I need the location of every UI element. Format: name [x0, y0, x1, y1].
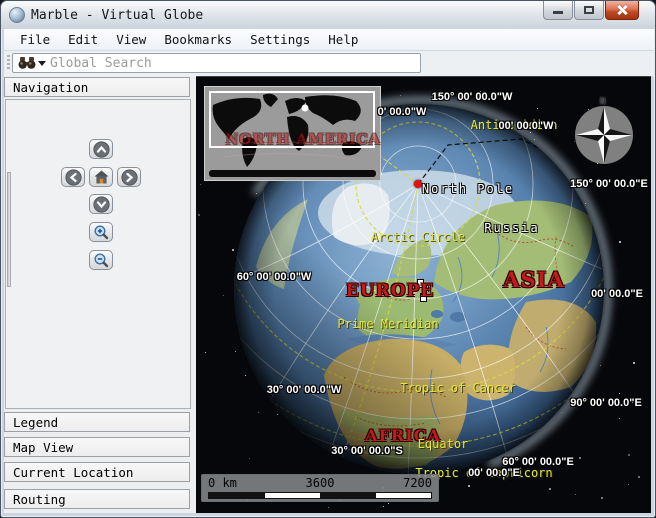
sidebar: Navigation	[4, 76, 196, 513]
search-dropdown-arrow[interactable]	[38, 61, 46, 66]
home-button[interactable]	[89, 167, 113, 187]
scale-end: 7200	[403, 476, 432, 490]
close-icon	[616, 4, 628, 16]
arrow-left-icon	[65, 169, 82, 186]
maximize-icon	[584, 6, 594, 14]
map-label: 00' 00.0"W	[499, 120, 554, 132]
map-label: Russia	[484, 221, 539, 235]
map-label: 150° 00' 00.0"W	[432, 91, 513, 103]
title-bar[interactable]: Marble - Virtual Globe	[1, 1, 655, 29]
close-button[interactable]	[605, 1, 639, 20]
map-label: 150° 00' 00.0"E	[570, 178, 648, 190]
menu-item-settings[interactable]: Settings	[241, 30, 319, 49]
zoom-slider[interactable]	[7, 172, 11, 287]
arrow-down-icon	[93, 196, 110, 213]
menu-bar: FileEditViewBookmarksSettingsHelp	[4, 29, 654, 51]
pan-down-button[interactable]	[89, 194, 113, 214]
minimize-icon	[553, 11, 563, 14]
map-label: 00' 00.0"E	[591, 288, 643, 300]
zoom-out-icon	[93, 252, 110, 269]
panel-header-legend[interactable]: Legend	[4, 412, 190, 432]
map-label: 30° 00' 00.0"W	[267, 384, 342, 396]
navigation-panel	[5, 99, 191, 409]
compass-rose[interactable]	[572, 103, 636, 167]
map-label: 0' 00.0"W	[378, 106, 427, 118]
app-window: Marble - Virtual Globe FileEditViewBookm…	[0, 0, 656, 518]
menu-item-help[interactable]: Help	[319, 30, 367, 49]
pan-left-button[interactable]	[61, 167, 85, 187]
zoom-in-button[interactable]	[89, 222, 113, 242]
marble-globe-icon	[9, 7, 25, 23]
search-toolbar	[4, 51, 654, 76]
search-input[interactable]	[50, 55, 420, 71]
north-pole-marker	[414, 180, 422, 188]
map-label: 60° 00' 00.0"W	[237, 271, 312, 283]
scale-bar: 0 km 3600 7200	[201, 474, 439, 502]
panel-header-routing[interactable]: Routing	[4, 489, 190, 509]
map-label: EUROPE	[346, 281, 434, 301]
global-search-box	[12, 53, 421, 73]
scale-mid: 3600	[306, 476, 335, 490]
map-label: 90° 00' 00.0"E	[570, 397, 642, 409]
maximize-button[interactable]	[574, 1, 604, 20]
scale-track	[208, 492, 432, 499]
binoculars-search-icon[interactable]	[18, 56, 36, 70]
map-label: North Pole	[422, 182, 514, 196]
menu-item-edit[interactable]: Edit	[59, 30, 107, 49]
compass-north-label: N	[600, 97, 605, 107]
menu-item-view[interactable]: View	[107, 30, 155, 49]
panel-header-current-location[interactable]: Current Location	[4, 462, 190, 482]
window-title: Marble - Virtual Globe	[31, 8, 203, 23]
map-label: Equator	[418, 437, 469, 451]
menu-item-file[interactable]: File	[11, 30, 59, 49]
pan-up-button[interactable]	[89, 139, 113, 159]
home-icon	[93, 169, 110, 186]
map-label: Arctic Circle	[371, 230, 465, 244]
map-label: 30° 00' 00.0"S	[331, 445, 403, 457]
minimize-button[interactable]	[543, 1, 573, 20]
map-label: Tropic of Cancer	[400, 381, 516, 395]
panel-header-map-view[interactable]: Map View	[4, 437, 190, 457]
globe-view[interactable]: N NORTH AMERICA 150° 00' 00.0"W 0' 00.0"W A…	[196, 76, 651, 513]
arrow-right-icon	[121, 169, 138, 186]
panel-header-navigation[interactable]: Navigation	[4, 77, 190, 97]
map-label: NORTH AMERICA	[225, 132, 380, 148]
map-label: ASIA	[503, 267, 565, 292]
map-label: Prime Meridian	[337, 317, 438, 331]
map-label: 00' 00.0"E	[468, 467, 520, 479]
zoom-in-icon	[93, 224, 110, 241]
zoom-out-button[interactable]	[89, 250, 113, 270]
toolbar-drag-handle[interactable]	[7, 55, 10, 71]
menu-item-bookmarks[interactable]: Bookmarks	[155, 30, 241, 49]
arrow-up-icon	[93, 141, 110, 158]
pan-right-button[interactable]	[117, 167, 141, 187]
scale-start: 0 km	[208, 476, 237, 490]
